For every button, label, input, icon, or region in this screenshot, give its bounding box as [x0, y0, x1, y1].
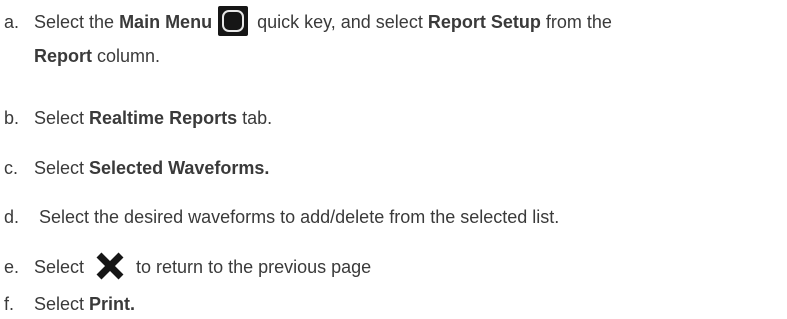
step-text: Select — [34, 257, 90, 277]
step-text: Select the — [34, 12, 120, 32]
step-text: Select the desired waveforms to add/dele… — [34, 207, 560, 227]
step-marker: a. — [4, 12, 20, 32]
step-f: f. Select Print. — [0, 292, 135, 316]
step-bold-text: Selected Waveforms. — [89, 158, 270, 178]
step-text: from the — [540, 12, 612, 32]
step-text: quick key, and select — [252, 12, 428, 32]
main-menu-key-icon — [218, 6, 249, 36]
step-bold-text: Print. — [89, 294, 136, 314]
step-marker: b. — [4, 108, 20, 128]
step-text: tab. — [237, 108, 273, 128]
step-marker: f. — [4, 294, 15, 314]
step-text: column. — [92, 46, 161, 66]
close-x-icon — [96, 252, 124, 280]
step-e: e. Select to return to the previous page — [0, 251, 371, 281]
step-marker: e. — [4, 257, 20, 277]
step-text: Select — [34, 294, 90, 314]
step-a: a. Select the Main Menu quick key, and se… — [0, 6, 612, 68]
step-text: to return to the previous page — [131, 257, 372, 277]
step-bold-text: Report Setup — [427, 12, 541, 32]
step-bold-text: Main Menu — [119, 12, 213, 32]
instruction-steps: a. Select the Main Menu quick key, and se… — [0, 0, 787, 319]
step-marker: c. — [4, 158, 19, 178]
step-bold-text: Report — [34, 46, 92, 66]
step-text: Select — [34, 158, 90, 178]
step-text: Select — [34, 108, 90, 128]
step-c: c. Select Selected Waveforms. — [0, 156, 269, 180]
step-marker: d. — [4, 207, 20, 227]
step-d: d. Select the desired waveforms to add/d… — [0, 205, 559, 229]
step-bold-text: Realtime Reports — [89, 108, 238, 128]
step-a-continuation: Report column. — [0, 44, 612, 68]
step-b: b. Select Realtime Reports tab. — [0, 106, 272, 130]
